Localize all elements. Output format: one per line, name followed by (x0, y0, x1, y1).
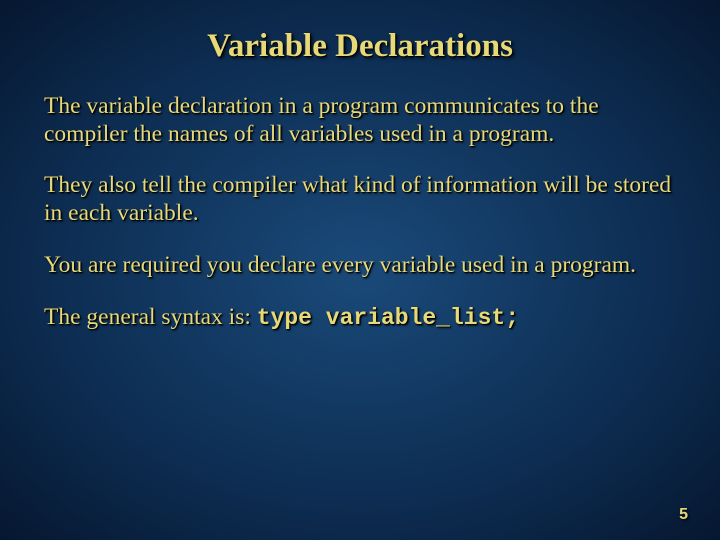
page-number: 5 (679, 506, 688, 524)
paragraph-2: They also tell the compiler what kind of… (44, 172, 676, 227)
slide: Variable Declarations The variable decla… (0, 0, 720, 540)
paragraph-3: You are required you declare every varia… (44, 252, 676, 280)
slide-title: Variable Declarations (44, 28, 676, 65)
syntax-code: type variable_list; (257, 305, 519, 331)
paragraph-1: The variable declaration in a program co… (44, 93, 676, 148)
syntax-line: The general syntax is: type variable_lis… (44, 304, 676, 332)
syntax-prefix: The general syntax is: (44, 304, 257, 330)
